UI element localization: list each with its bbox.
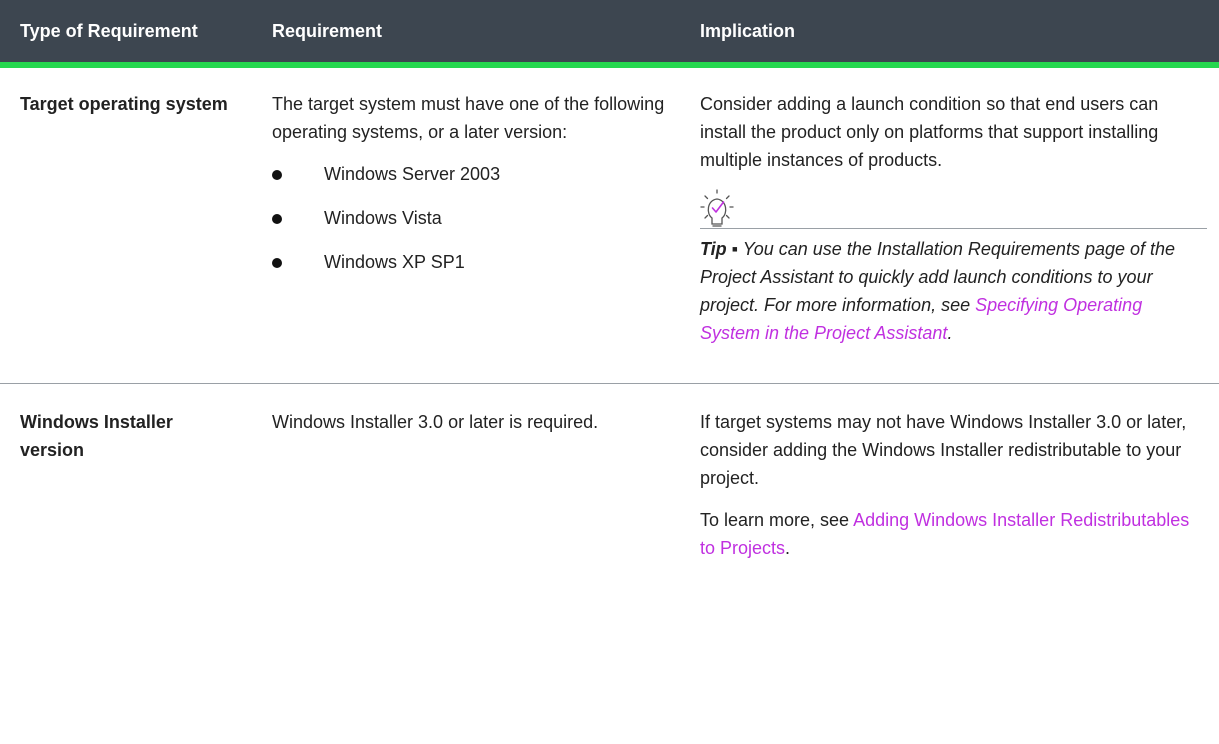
os-name: Windows Vista [324, 208, 442, 228]
bullet-icon [272, 170, 282, 180]
tip-separator: ▪ [726, 239, 743, 259]
cell-type: Target operating system [0, 65, 252, 384]
header-type-of-requirement: Type of Requirement [0, 0, 252, 68]
requirement-text: Windows Installer 3.0 or later is requir… [272, 412, 599, 432]
requirement-type-label: Target operating system [20, 94, 228, 114]
tip-divider [700, 228, 1207, 229]
tip-label: Tip [700, 239, 727, 259]
cell-implication: Consider adding a launch condition so th… [680, 65, 1219, 384]
cell-type: Windows Installer version [0, 384, 252, 591]
implication-text: Consider adding a launch condition so th… [700, 94, 1159, 170]
cell-requirement: Windows Installer 3.0 or later is requir… [252, 384, 680, 591]
os-list: Windows Server 2003 Windows Vista Window… [272, 160, 668, 276]
implication-text: If target systems may not have Windows I… [700, 412, 1187, 488]
cell-requirement: The target system must have one of the f… [252, 65, 680, 384]
list-item: Windows XP SP1 [272, 248, 668, 276]
table-row: Windows Installer version Windows Instal… [0, 384, 1219, 591]
header-implication: Implication [680, 0, 1219, 68]
learn-more-end: . [785, 538, 791, 558]
learn-more-prefix: To learn more, see [700, 510, 854, 530]
bullet-icon [272, 258, 282, 268]
table-row: Target operating system The target syste… [0, 65, 1219, 384]
os-name: Windows Server 2003 [324, 164, 501, 184]
requirement-intro: The target system must have one of the f… [272, 94, 665, 142]
cell-implication: If target systems may not have Windows I… [680, 384, 1219, 591]
requirement-type-label: Windows Installer version [20, 412, 173, 460]
tip-end: . [947, 323, 953, 343]
lightbulb-check-icon [700, 189, 734, 227]
list-item: Windows Vista [272, 204, 668, 232]
header-requirement: Requirement [252, 0, 680, 68]
header-row: Type of Requirement Requirement Implicat… [0, 0, 1219, 68]
learn-more: To learn more, see Adding Windows Instal… [700, 506, 1207, 562]
os-name: Windows XP SP1 [324, 252, 465, 272]
table-header: Type of Requirement Requirement Implicat… [0, 0, 1219, 68]
list-item: Windows Server 2003 [272, 160, 668, 188]
requirements-table: Type of Requirement Requirement Implicat… [0, 0, 1219, 590]
bullet-icon [272, 214, 282, 224]
tip-note: Tip ▪ You can use the Installation Requi… [700, 235, 1207, 347]
